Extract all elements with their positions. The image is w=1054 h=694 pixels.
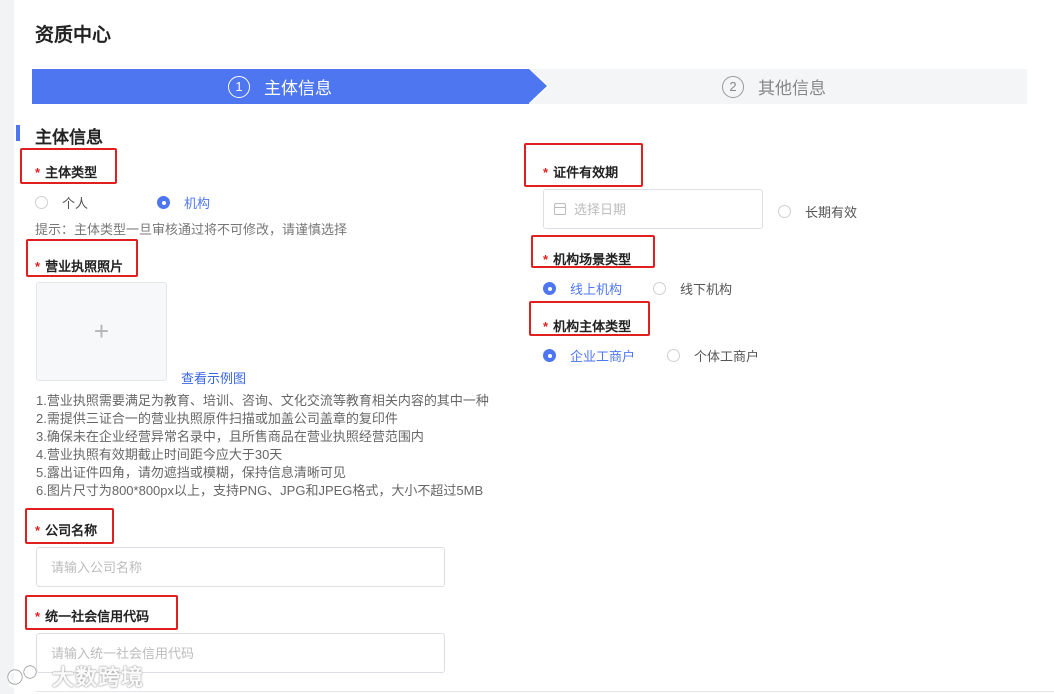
credit-code-input[interactable]: [51, 645, 444, 661]
scene-type-label: * 机构场景类型: [543, 249, 631, 268]
section-accent-bar: [16, 125, 20, 141]
required-mark: *: [543, 319, 549, 334]
radio-label: 企业工商户: [570, 349, 636, 364]
label-text: 证件有效期: [553, 165, 619, 180]
org-subject-type-label: * 机构主体类型: [543, 316, 631, 335]
page-title: 资质中心: [35, 25, 112, 46]
radio-dot: [35, 196, 48, 209]
left-rail: [0, 0, 14, 694]
step-label: 主体信息: [264, 79, 332, 98]
label-text: 主体类型: [45, 165, 98, 180]
required-mark: *: [35, 259, 41, 274]
view-example-link[interactable]: 查看示例图: [181, 368, 246, 387]
label-text: 机构场景类型: [553, 252, 632, 267]
company-name-label: * 公司名称: [35, 520, 97, 539]
plus-icon: +: [93, 316, 110, 346]
label-text: 统一社会信用代码: [45, 609, 150, 624]
radio-dot: [667, 349, 680, 362]
subject-type-label: * 主体类型: [35, 162, 97, 181]
requirement-item: 5.露出证件四角，请勿遮挡或模糊，保持信息清晰可见: [36, 465, 346, 480]
watermark-text: 大数跨境: [52, 665, 145, 690]
radio-label: 线上机构: [570, 282, 623, 297]
watermark: 大数跨境: [6, 660, 144, 692]
radio-label: 个体工商户: [694, 349, 760, 364]
radio-label: 机构: [184, 196, 211, 211]
credit-code-label: * 统一社会信用代码: [35, 606, 149, 625]
radio-enterprise[interactable]: 企业工商户: [543, 346, 635, 365]
radio-label: 长期有效: [805, 205, 858, 220]
subject-type-hint: 提示：主体类型一旦审核通过将不可修改，请谨慎选择: [35, 222, 348, 237]
requirement-item: 6.图片尺寸为800*800px以上，支持PNG、JPG和JPEG格式，大小不超…: [36, 483, 484, 498]
required-mark: *: [35, 523, 41, 538]
step-subject-info[interactable]: 1 主体信息: [228, 69, 332, 104]
radio-organization[interactable]: 机构: [157, 193, 210, 212]
company-name-input[interactable]: [51, 559, 444, 575]
required-mark: *: [543, 165, 549, 180]
step-other-info[interactable]: 2 其他信息: [722, 69, 826, 104]
radio-long-term[interactable]: 长期有效: [778, 202, 857, 221]
step-label: 其他信息: [758, 79, 826, 98]
radio-label: 线下机构: [680, 282, 733, 297]
radio-individual[interactable]: 个人: [35, 193, 88, 212]
license-upload-box[interactable]: +: [36, 282, 167, 381]
label-text: 机构主体类型: [553, 319, 632, 334]
required-mark: *: [543, 252, 549, 267]
required-mark: *: [35, 609, 41, 624]
radio-label: 个人: [62, 196, 89, 211]
step-number: 2: [722, 75, 744, 98]
radio-offline-org[interactable]: 线下机构: [653, 279, 732, 298]
steps-bar: 1 主体信息 2 其他信息: [32, 69, 1027, 104]
step-number: 1: [228, 75, 250, 98]
required-mark: *: [35, 165, 41, 180]
step-arrow: [529, 69, 547, 103]
requirement-item: 1.营业执照需要满足为教育、培训、咨询、文化交流等教育相关内容的其中一种: [36, 393, 489, 408]
requirement-item: 3.确保未在企业经营异常名录中，且所售商品在营业执照经营范围内: [36, 429, 424, 444]
calendar-icon: [554, 203, 566, 215]
company-name-field[interactable]: [36, 547, 445, 587]
radio-individual-business[interactable]: 个体工商户: [667, 346, 759, 365]
radio-dot: [778, 205, 791, 218]
watermark-logo-icon: [7, 665, 45, 688]
radio-dot: [157, 196, 170, 209]
requirement-item: 2.需提供三证合一的营业执照原件扫描或加盖公司盖章的复印件: [36, 411, 398, 426]
requirement-item: 4.营业执照有效期截止时间距今应大于30天: [36, 447, 283, 462]
license-requirements: 1.营业执照需要满足为教育、培训、咨询、文化交流等教育相关内容的其中一种 2.需…: [36, 392, 489, 500]
label-text: 公司名称: [45, 523, 98, 538]
validity-date-picker[interactable]: [543, 189, 763, 229]
radio-dot: [653, 282, 666, 295]
radio-online-org[interactable]: 线上机构: [543, 279, 622, 298]
divider: [36, 691, 1054, 692]
validity-label: * 证件有效期: [543, 162, 618, 181]
license-photo-label: * 营业执照照片: [35, 256, 123, 275]
label-text: 营业执照照片: [45, 259, 124, 274]
radio-dot: [543, 282, 556, 295]
date-input[interactable]: [574, 201, 762, 217]
radio-dot: [543, 349, 556, 362]
section-title: 主体信息: [35, 128, 103, 147]
